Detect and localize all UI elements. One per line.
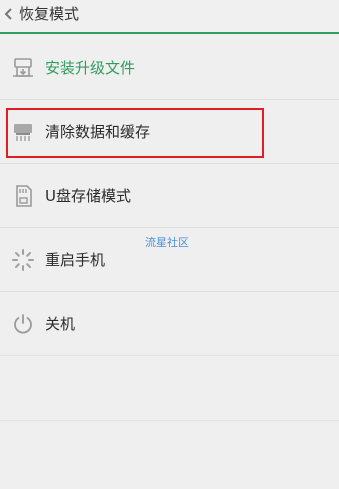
restart-spinner-icon bbox=[12, 249, 34, 271]
menu-item-usb-storage[interactable]: U盘存储模式 bbox=[0, 164, 339, 228]
title-bar: 恢复模式 bbox=[0, 0, 339, 34]
menu-item-label: 重启手机 bbox=[45, 251, 106, 269]
divider bbox=[0, 420, 339, 421]
menu-item-wipe-data-cache[interactable]: 清除数据和缓存 bbox=[0, 100, 339, 164]
watermark-text: 流星社区 bbox=[145, 236, 189, 249]
menu-item-label: U盘存储模式 bbox=[45, 187, 131, 205]
menu-item-label: 安装升级文件 bbox=[45, 59, 136, 77]
recovery-menu: 安装升级文件 清除数据和缓存 U盘存储模式 重启手机 关机 bbox=[0, 36, 339, 356]
menu-item-label: 清除数据和缓存 bbox=[45, 123, 151, 141]
menu-item-install-update[interactable]: 安装升级文件 bbox=[0, 36, 339, 100]
chevron-left-icon[interactable] bbox=[2, 6, 14, 22]
power-icon bbox=[14, 314, 32, 334]
sd-card-icon bbox=[16, 185, 32, 207]
menu-item-label: 关机 bbox=[45, 315, 76, 333]
menu-item-power-off[interactable]: 关机 bbox=[0, 292, 339, 356]
eraser-icon bbox=[14, 124, 32, 141]
page-title: 恢复模式 bbox=[19, 5, 80, 23]
package-install-icon bbox=[13, 58, 33, 77]
